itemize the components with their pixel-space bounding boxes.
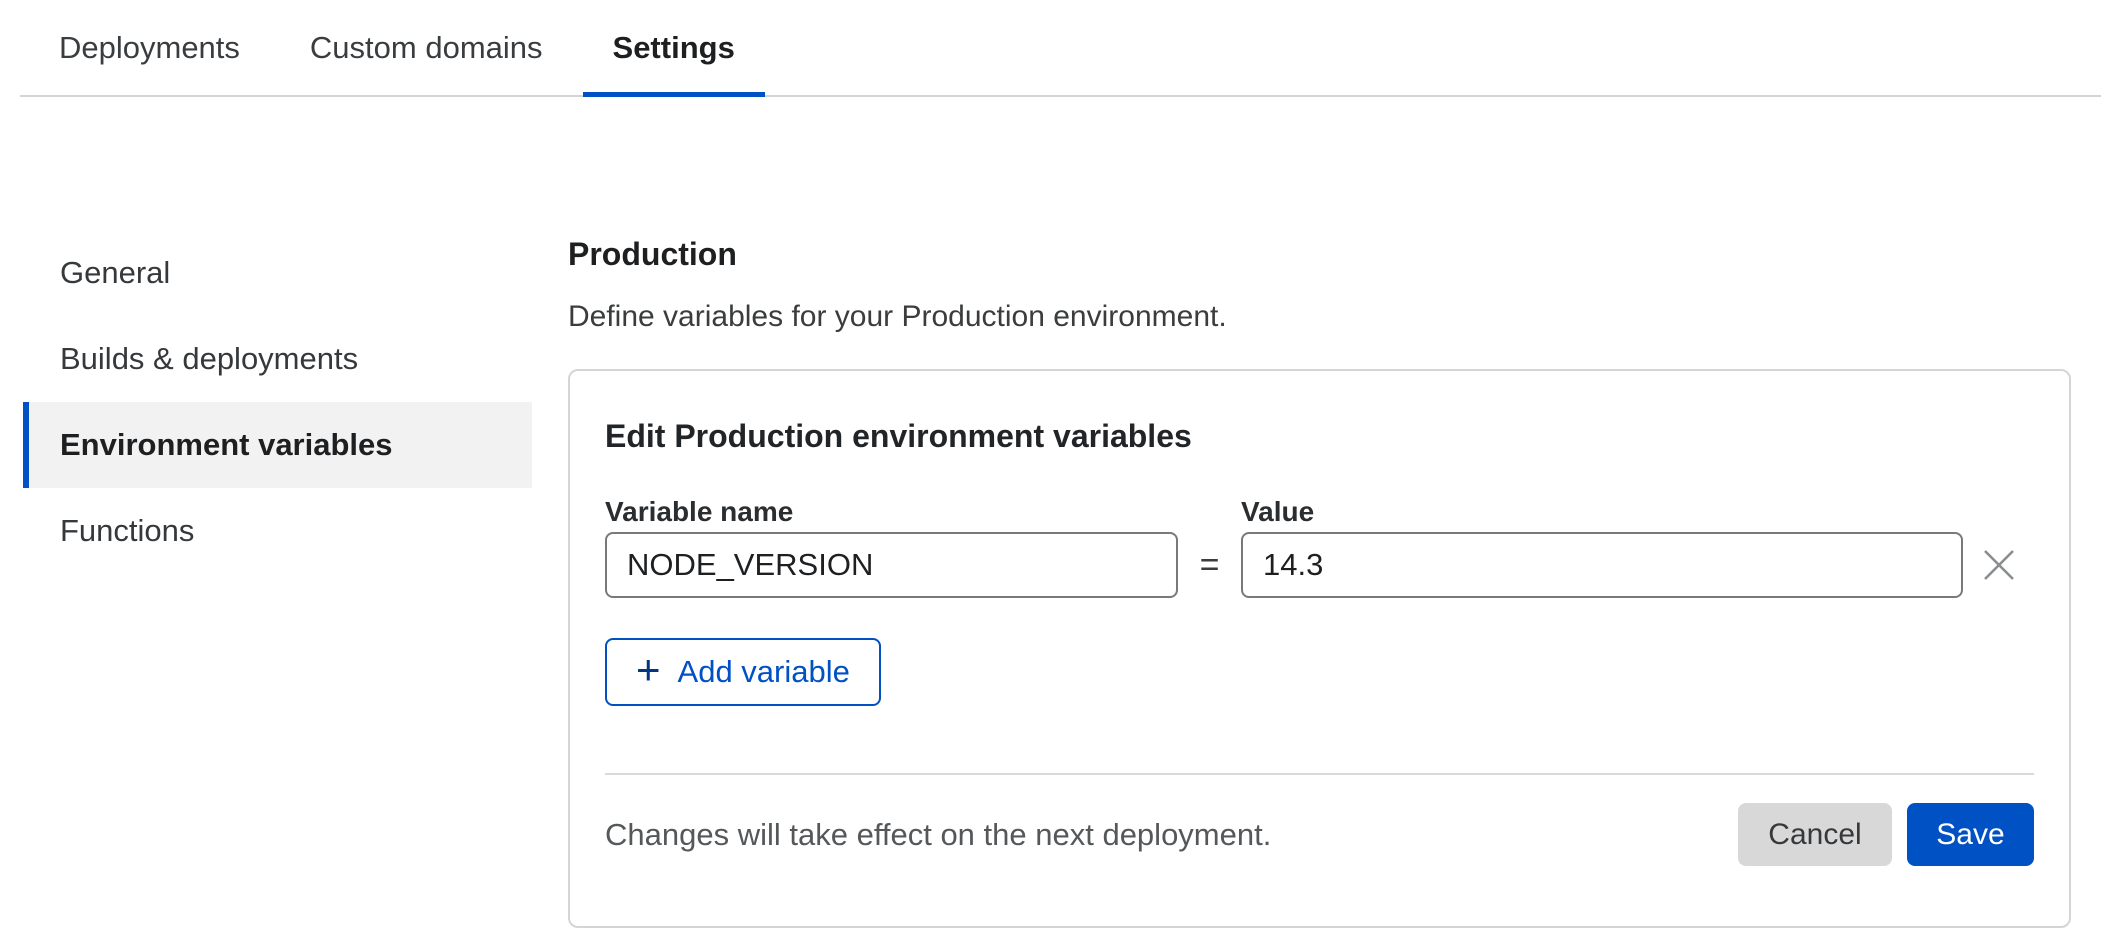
cancel-button[interactable]: Cancel — [1738, 803, 1892, 866]
equals-sign: = — [1178, 546, 1241, 585]
variable-name-label: Variable name — [605, 495, 1178, 529]
project-tabbar: Deployments Custom domains Settings — [20, 0, 2101, 97]
sidebar-item-environment-variables[interactable]: Environment variables — [23, 402, 532, 488]
card-title: Edit Production environment variables — [605, 415, 2034, 457]
add-variable-button[interactable]: + Add variable — [605, 638, 881, 706]
tab-deployments[interactable]: Deployments — [29, 0, 270, 95]
footer-note: Changes will take effect on the next dep… — [605, 817, 1271, 853]
environment-variables-card: Edit Production environment variables Va… — [568, 369, 2071, 928]
remove-variable-button[interactable] — [1975, 541, 2023, 589]
plus-icon: + — [636, 649, 661, 691]
variable-name-input[interactable] — [605, 532, 1178, 598]
x-icon — [1982, 548, 2016, 582]
settings-main: Production Define variables for your Pro… — [568, 234, 2071, 928]
card-footer: Changes will take effect on the next dep… — [605, 775, 2034, 894]
sidebar-item-general[interactable]: General — [23, 230, 532, 316]
save-button[interactable]: Save — [1907, 803, 2034, 866]
value-label: Value — [1241, 495, 1963, 529]
page-title: Production — [568, 234, 2071, 274]
sidebar-item-builds-deployments[interactable]: Builds & deployments — [23, 316, 532, 402]
variable-value-input[interactable] — [1241, 532, 1963, 598]
page-subtitle: Define variables for your Production env… — [568, 298, 2071, 336]
tab-custom-domains[interactable]: Custom domains — [280, 0, 573, 95]
tab-settings[interactable]: Settings — [583, 0, 765, 95]
sidebar-item-functions[interactable]: Functions — [23, 488, 532, 574]
add-variable-label: Add variable — [678, 654, 850, 690]
variable-row: Variable name Value = — [605, 495, 2034, 598]
settings-sidebar: General Builds & deployments Environment… — [23, 230, 532, 574]
